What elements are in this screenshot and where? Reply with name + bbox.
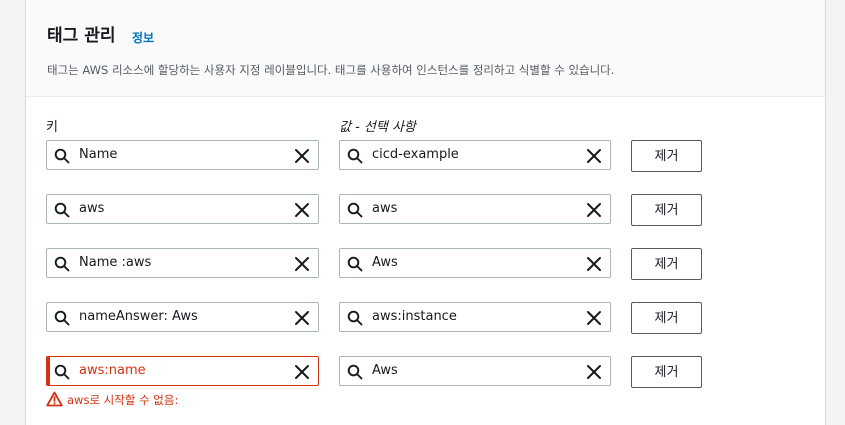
tag-value-text: aws xyxy=(372,201,398,216)
close-icon[interactable] xyxy=(586,364,602,380)
close-icon[interactable] xyxy=(294,364,310,380)
tag-key-text: aws xyxy=(79,201,105,216)
search-icon xyxy=(347,202,363,218)
close-icon[interactable] xyxy=(586,202,602,218)
search-icon xyxy=(54,310,70,326)
close-icon[interactable] xyxy=(294,310,310,326)
tag-value-input[interactable]: cicd-example xyxy=(339,140,611,170)
tag-value-text: aws:instance xyxy=(372,309,457,324)
key-column-label: 키 xyxy=(46,120,58,135)
search-icon xyxy=(54,148,70,164)
close-icon[interactable] xyxy=(586,310,602,326)
page-title: 태그 관리 xyxy=(47,26,116,46)
tag-value-input[interactable]: aws xyxy=(339,194,611,224)
close-icon[interactable] xyxy=(586,148,602,164)
search-icon xyxy=(347,364,363,380)
remove-tag-button[interactable]: 제거 xyxy=(631,302,702,334)
tag-value-input[interactable]: Aws xyxy=(339,248,611,278)
warning-icon xyxy=(46,391,63,407)
tag-value-text: cicd-example xyxy=(372,147,459,162)
tag-value-input[interactable]: aws:instance xyxy=(339,302,611,332)
close-icon[interactable] xyxy=(586,256,602,272)
remove-tag-button[interactable]: 제거 xyxy=(631,356,702,388)
tag-key-text: Name :aws xyxy=(79,255,152,270)
panel-header: 태그 관리 정보 태그는 AWS 리소스에 할당하는 사용자 지정 레이블입니다… xyxy=(26,0,825,97)
search-icon xyxy=(347,310,363,326)
remove-tag-button[interactable]: 제거 xyxy=(631,248,702,280)
info-link[interactable]: 정보 xyxy=(132,29,154,46)
close-icon[interactable] xyxy=(294,256,310,272)
value-column-label: 값 - 선택 사항 xyxy=(339,120,416,135)
search-icon xyxy=(347,256,363,272)
remove-tag-button[interactable]: 제거 xyxy=(631,194,702,226)
remove-tag-button[interactable]: 제거 xyxy=(631,140,702,172)
tag-key-input[interactable]: Name :aws xyxy=(46,248,319,278)
close-icon[interactable] xyxy=(294,148,310,164)
section-description: 태그는 AWS 리소스에 할당하는 사용자 지정 레이블입니다. 태그를 사용하… xyxy=(47,63,615,77)
tag-key-input[interactable]: aws xyxy=(46,194,319,224)
tag-key-input[interactable]: nameAnswer: Aws xyxy=(46,302,319,332)
tag-key-text: Name xyxy=(79,147,118,162)
tag-value-text: Aws xyxy=(372,255,398,270)
validation-error-text: aws로 시작할 수 없음: xyxy=(67,393,179,407)
tag-key-text: aws:name xyxy=(79,363,146,378)
tag-value-input[interactable]: Aws xyxy=(339,356,611,386)
tag-management-panel: 태그 관리 정보 태그는 AWS 리소스에 할당하는 사용자 지정 레이블입니다… xyxy=(25,0,826,425)
tag-key-input-error[interactable]: aws:name xyxy=(46,356,319,386)
search-icon xyxy=(54,202,70,218)
close-icon[interactable] xyxy=(294,202,310,218)
tag-key-input[interactable]: Name xyxy=(46,140,319,170)
tag-key-text: nameAnswer: Aws xyxy=(79,309,198,324)
search-icon xyxy=(54,364,70,380)
search-icon xyxy=(54,256,70,272)
tag-value-text: Aws xyxy=(372,363,398,378)
search-icon xyxy=(347,148,363,164)
